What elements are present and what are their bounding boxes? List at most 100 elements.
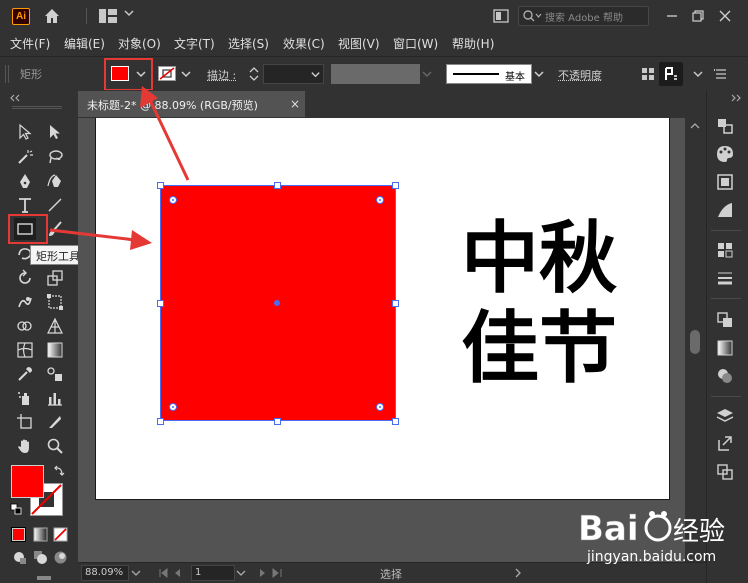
chevron-down-icon[interactable] (124, 8, 134, 18)
transparency-panel-icon[interactable] (715, 366, 735, 386)
handle-bottom-left[interactable] (157, 418, 164, 425)
draw-inside-icon[interactable] (53, 550, 68, 565)
paintbrush-tool[interactable] (44, 218, 66, 240)
menu-edit[interactable]: 编辑(E) (64, 35, 105, 52)
chevron-down-icon[interactable] (180, 68, 192, 80)
help-search-input[interactable]: 搜索 Adobe 帮助 (518, 6, 649, 26)
menu-select[interactable]: 选择(S) (228, 35, 269, 52)
handle-top-center[interactable] (274, 182, 281, 189)
chevron-down-icon[interactable] (689, 65, 707, 83)
perspective-grid-tool[interactable] (44, 315, 66, 337)
expand-panels-icon[interactable] (729, 94, 743, 102)
handle-top-left[interactable] (157, 182, 164, 189)
opacity-label[interactable]: 不透明度 (558, 67, 602, 83)
pathfinder-panel-icon[interactable] (715, 310, 735, 330)
artboard-number-input[interactable]: 1 (191, 565, 235, 581)
canvas-text[interactable]: 中秋 佳节 (461, 214, 617, 394)
zoom-tool[interactable] (44, 435, 66, 457)
chevron-down-icon[interactable] (533, 68, 545, 80)
chevron-down-icon[interactable] (236, 568, 246, 578)
collapse-icon[interactable] (8, 94, 22, 102)
color-mode-button[interactable] (11, 527, 26, 542)
stroke-color-swatch[interactable] (158, 66, 176, 81)
menu-view[interactable]: 视图(V) (338, 35, 380, 52)
column-graph-tool[interactable] (44, 387, 66, 409)
minimize-icon[interactable] (662, 6, 682, 26)
first-prev-artboard-icon[interactable] (158, 567, 188, 579)
gradient-tool[interactable] (44, 339, 66, 361)
symbol-sprayer-tool[interactable] (14, 387, 36, 409)
menu-effect[interactable]: 效果(C) (283, 35, 325, 52)
home-icon[interactable] (42, 6, 62, 26)
draw-normal-icon[interactable] (12, 550, 27, 565)
selection-tool[interactable] (14, 121, 36, 143)
menu-type[interactable]: 文字(T) (174, 35, 215, 52)
properties-panel-icon[interactable] (715, 116, 735, 136)
menu-file[interactable]: 文件(F) (10, 35, 50, 52)
swatches-panel-icon[interactable] (715, 172, 735, 192)
edit-toolbar-button[interactable] (37, 576, 51, 580)
transform-panel-icon[interactable] (715, 240, 735, 260)
grip-icon[interactable] (4, 65, 10, 83)
variable-width-profile[interactable] (331, 64, 420, 84)
zoom-level-input[interactable]: 88.09% (81, 565, 129, 581)
stroke-weight-input[interactable] (263, 64, 309, 84)
stroke-weight-dropdown[interactable] (308, 64, 324, 84)
fill-color-box[interactable] (11, 465, 44, 498)
next-last-artboard-icon[interactable] (256, 567, 286, 579)
layers-panel-icon[interactable] (715, 406, 735, 426)
eyedropper-tool[interactable] (14, 363, 36, 385)
swap-colors-icon[interactable] (52, 464, 66, 478)
corner-widget-br[interactable] (376, 403, 384, 411)
artboards-panel-icon[interactable] (715, 462, 735, 482)
handle-top-right[interactable] (392, 182, 399, 189)
stroke-label[interactable]: 描边 : (207, 67, 236, 83)
handle-bottom-right[interactable] (392, 418, 399, 425)
blend-tool[interactable] (44, 363, 66, 385)
handle-middle-right[interactable] (392, 300, 399, 307)
slice-tool[interactable] (44, 411, 66, 433)
menu-window[interactable]: 窗口(W) (393, 35, 438, 52)
chevron-down-icon[interactable] (421, 68, 433, 80)
rotate-tool[interactable] (14, 267, 36, 289)
stroke-spinner-icon[interactable] (247, 64, 261, 84)
arrange-documents-icon[interactable] (493, 9, 509, 23)
gradient-mode-icon[interactable] (33, 527, 48, 542)
none-mode-icon[interactable] (53, 527, 68, 542)
close-window-icon[interactable] (715, 6, 735, 26)
scale-tool[interactable] (44, 267, 66, 289)
draw-behind-icon[interactable] (33, 550, 48, 565)
corner-widget-tr[interactable] (376, 196, 384, 204)
vertical-scroll-thumb[interactable] (690, 330, 700, 354)
menu-help[interactable]: 帮助(H) (452, 35, 494, 52)
free-transform-tool[interactable] (44, 291, 66, 313)
pen-tool[interactable] (14, 170, 36, 192)
document-tab[interactable]: 未标题-2* @ 88.09% (RGB/预览) × (78, 91, 305, 117)
panel-menu-icon[interactable] (712, 65, 730, 83)
workspace-layout-icon[interactable] (99, 9, 117, 23)
handle-middle-left[interactable] (157, 300, 164, 307)
align-grid-icon[interactable] (639, 65, 657, 83)
magic-wand-tool[interactable] (14, 146, 36, 168)
brush-definition-select[interactable]: 基本 (446, 64, 532, 84)
hand-tool[interactable] (14, 435, 36, 457)
stroke-panel-icon[interactable] (715, 268, 735, 288)
chevron-down-icon[interactable] (131, 568, 141, 578)
transform-button[interactable] (659, 62, 683, 86)
chevron-right-icon[interactable] (513, 568, 523, 578)
menu-object[interactable]: 对象(O) (118, 35, 161, 52)
line-segment-tool[interactable] (44, 194, 66, 216)
brushes-panel-icon[interactable] (715, 200, 735, 220)
artboard-tool[interactable] (14, 411, 36, 433)
lasso-tool[interactable] (44, 146, 66, 168)
export-panel-icon[interactable] (715, 434, 735, 454)
direct-selection-tool[interactable] (44, 121, 66, 143)
type-tool[interactable] (14, 194, 36, 216)
curvature-tool[interactable] (44, 170, 66, 192)
handle-bottom-center[interactable] (274, 418, 281, 425)
corner-widget-tl[interactable] (169, 196, 177, 204)
default-colors-icon[interactable] (10, 503, 22, 515)
color-panel-icon[interactable] (715, 144, 735, 164)
corner-widget-bl[interactable] (169, 403, 177, 411)
status-mode-text[interactable]: 选择 (380, 566, 402, 582)
